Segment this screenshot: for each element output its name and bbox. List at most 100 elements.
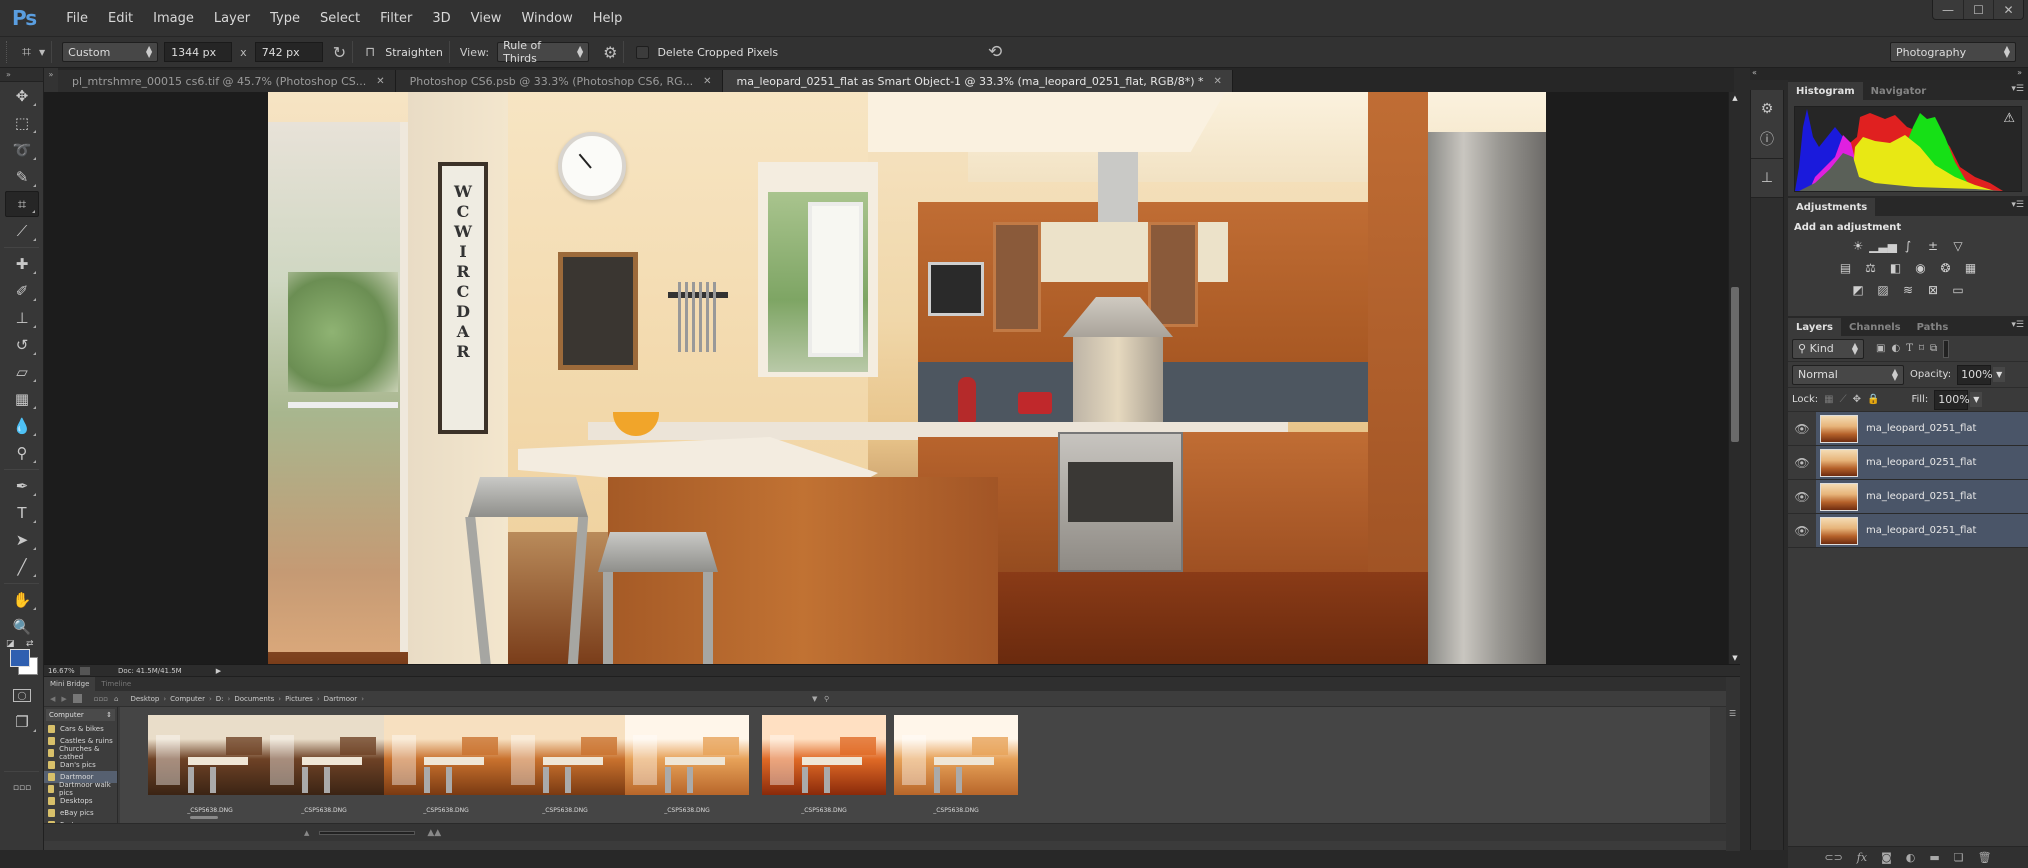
menu-3d[interactable]: 3D [422,11,460,26]
mini-bridge-layout-button[interactable]: ▫▫▫ [5,775,39,801]
thumbnail-item[interactable]: _CSP5638.DNG [503,715,627,814]
brightness-contrast-icon[interactable]: ☀ [1849,238,1867,254]
eraser-tool[interactable]: ▱ [5,359,39,385]
breadcrumb-chevron-icon[interactable]: › [278,695,281,703]
thumbnail-size-slider[interactable] [319,830,416,835]
breadcrumb-item[interactable]: Pictures [285,695,313,703]
crop-width-input[interactable]: 1344 px [164,42,233,62]
eyedropper-tool[interactable]: ⟋ [5,218,39,244]
tab-document-3[interactable]: ma_leopard_0251_flat as Smart Object-1 @… [722,70,1233,92]
tab-histogram[interactable]: Histogram [1788,82,1863,100]
layer-row[interactable]: 👁 ma_leopard_0251_flat [1788,446,2028,480]
menu-file[interactable]: File [56,11,98,26]
lock-transparent-icon[interactable]: ▦ [1824,394,1833,405]
thumbnail-item[interactable]: _CSP5638.DNG [625,715,749,814]
layer-filter-dropdown[interactable]: ⚲ Kind ▲ ▼ [1792,338,1864,359]
swap-colors-icon[interactable]: ⇄ [26,639,34,649]
threshold-icon[interactable]: ≋ [1899,282,1917,298]
folder-item[interactable]: Cars & bikes [44,723,117,735]
back-icon[interactable]: ◀ [50,695,55,703]
thumbnail-item[interactable]: _CSP5638.DNG [384,715,508,814]
crop-tool[interactable]: ⌗ [5,191,39,217]
location-dropdown[interactable]: Computer ⇕ [46,709,115,721]
visibility-eye-icon[interactable]: 👁 [1788,412,1816,445]
path-selection-tool[interactable]: ➤ [5,527,39,553]
blur-tool[interactable]: 💧 [5,413,39,439]
new-layer-icon[interactable]: ❏ [1954,851,1964,864]
thumbnail-item[interactable]: _CSP5638.DNG [762,715,886,814]
search-icon[interactable]: ⚲ [824,695,829,703]
tab-document-1[interactable]: pl_mtrshmre_00015 cs6.tif @ 45.7% (Photo… [58,70,396,92]
panel-menu-icon[interactable]: ▾☰ [2011,84,2024,94]
folder-item[interactable]: eBay pics [44,807,117,819]
menu-view[interactable]: View [461,11,512,26]
add-mask-icon[interactable]: ◙ [1881,851,1892,864]
scroll-down-icon[interactable]: ▼ [1731,654,1739,662]
panel-menu-icon[interactable]: ▾☰ [2011,200,2024,210]
thumbnail-item[interactable]: _CSP5638.DNG [148,715,272,814]
screen-mode-button[interactable]: ❐ [5,709,39,735]
color-panel-icon[interactable]: ⚙ [1755,97,1779,121]
straighten-button[interactable]: Straighten [385,46,443,59]
layer-body[interactable]: ma_leopard_0251_flat [1816,480,2028,513]
warning-icon[interactable]: ⚠ [2003,111,2015,126]
channel-mixer-icon[interactable]: ❂ [1937,260,1955,276]
reset-icon[interactable]: ⟲ [988,42,1002,62]
folder-item[interactable]: Churches & cathed [44,745,117,761]
document-image-kitchen[interactable]: WC WI R CD A R [268,92,1546,664]
minimize-button[interactable]: — [1933,0,1963,19]
fx-icon[interactable]: fx [1857,851,1867,864]
exposure-icon[interactable]: ± [1924,238,1942,254]
filter-pixel-icon[interactable]: ▣ [1876,343,1885,354]
status-export-icon[interactable] [80,666,90,675]
maximize-button[interactable]: ☐ [1963,0,1993,19]
scroll-up-icon[interactable]: ▲ [1731,94,1739,102]
delete-layer-icon[interactable]: 🗑 [1978,851,1992,864]
tab-layers[interactable]: Layers [1788,318,1841,336]
fill-slider-toggle[interactable]: ▼ [1970,392,1983,407]
crop-height-input[interactable]: 742 px [254,42,323,62]
dodge-tool[interactable]: ⚲ [5,440,39,466]
breadcrumb-item[interactable]: Computer [170,695,205,703]
tabs-expand-icon[interactable]: » [44,68,58,92]
tools-icon[interactable]: ⌂ [114,695,118,703]
straighten-icon[interactable]: ⊓ [365,45,375,60]
canvas-vertical-scrollbar[interactable]: ▲ ▼ [1728,92,1740,664]
crop-icon[interactable]: ⌗ [22,42,31,62]
fill-input[interactable]: 100% [1934,389,1970,410]
new-adjustment-layer-icon[interactable]: ◐ [1906,851,1916,864]
filter-smart-object-icon[interactable]: ⧉ [1930,343,1937,354]
menu-help[interactable]: Help [583,11,633,26]
tab-adjustments[interactable]: Adjustments [1788,198,1876,216]
tab-channels[interactable]: Channels [1841,318,1909,336]
hue-saturation-icon[interactable]: ▤ [1837,260,1855,276]
content-scrollbar[interactable] [190,816,218,819]
move-tool[interactable]: ✥ [5,83,39,109]
new-group-icon[interactable]: ▬ [1929,851,1939,864]
breadcrumb-chevron-icon[interactable]: › [209,695,212,703]
layer-body[interactable]: ma_leopard_0251_flat [1816,514,2028,547]
tab-paths[interactable]: Paths [1909,318,1957,336]
thumb-size-small-icon[interactable]: ▲ [304,829,309,837]
color-balance-icon[interactable]: ⚖ [1862,260,1880,276]
breadcrumb-chevron-icon[interactable]: › [163,695,166,703]
lasso-tool[interactable]: ➰ [5,137,39,163]
tab-document-2[interactable]: Photoshop CS6.psb @ 33.3% (Photoshop CS6… [395,70,723,92]
blend-mode-dropdown[interactable]: Normal ▲ ▼ [1792,364,1904,385]
breadcrumb-chevron-icon[interactable]: › [228,695,231,703]
photo-filter-icon[interactable]: ◉ [1912,260,1930,276]
folder-item[interactable]: Dartmoor walk pics [44,781,117,797]
layer-body[interactable]: ma_leopard_0251_flat [1816,446,2028,479]
zoom-tool[interactable]: 🔍 [5,614,39,640]
clone-source-icon[interactable]: ⊥ [1755,166,1779,190]
panel-menu-icon[interactable]: ▾☰ [2011,320,2024,330]
marquee-tool[interactable]: ⬚ [5,110,39,136]
visibility-eye-icon[interactable]: 👁 [1788,514,1816,547]
panel-view-icon[interactable] [72,694,82,703]
breadcrumb-chevron-icon[interactable]: › [317,695,320,703]
breadcrumb-item[interactable]: Dartmoor [324,695,358,703]
quick-selection-tool[interactable]: ✎ [5,164,39,190]
line-tool[interactable]: ╱ [5,554,39,580]
visibility-eye-icon[interactable]: 👁 [1788,480,1816,513]
close-button[interactable]: ✕ [1993,0,2023,19]
